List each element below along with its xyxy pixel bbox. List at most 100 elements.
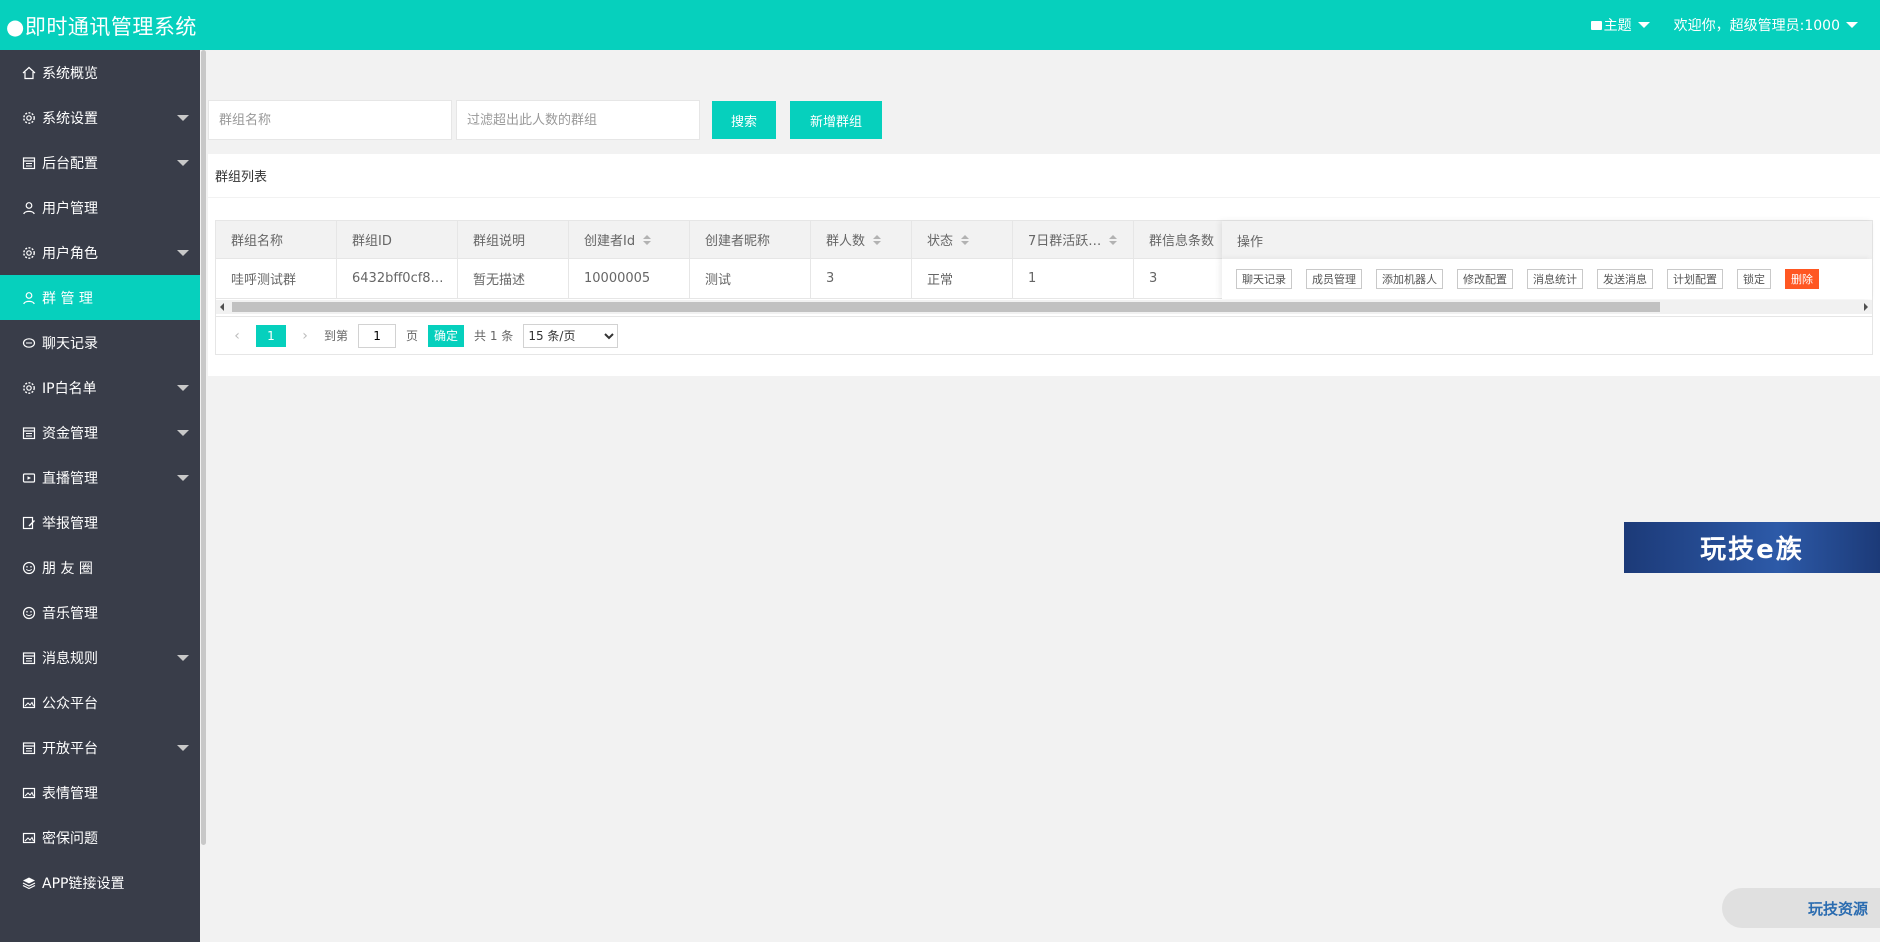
sidebar-item[interactable]: 表情管理 <box>0 770 200 815</box>
member-filter-input[interactable] <box>456 100 700 140</box>
sidebar-item[interactable]: 系统设置 <box>0 95 200 140</box>
scroll-right-icon[interactable] <box>1864 303 1868 311</box>
sidebar-item-label: IP白名单 <box>42 380 97 397</box>
chevron-down-icon <box>177 430 189 436</box>
ops-cell: 聊天记录 成员管理 添加机器人 修改配置 消息统计 发送消息 计划配置 锁定 删除 <box>1222 259 1872 299</box>
chevron-down-icon <box>1846 22 1858 28</box>
image-icon <box>20 784 38 802</box>
user-icon <box>20 199 38 217</box>
sort-icon[interactable] <box>643 234 652 245</box>
sidebar-item-label: 后台配置 <box>42 155 98 172</box>
current-page-button[interactable]: 1 <box>256 324 286 347</box>
main-content: 搜索 新增群组 群组列表 群组名称 群组ID 群组说明 创建者Id 创建者昵称 … <box>208 50 1880 942</box>
chevron-down-icon <box>177 655 189 661</box>
sidebar-item-label: 消息规则 <box>42 650 98 667</box>
prev-page-icon[interactable]: ‹ <box>226 325 248 347</box>
sidebar-item-label: 表情管理 <box>42 785 98 802</box>
group-list-card: 群组列表 群组名称 群组ID 群组说明 创建者Id 创建者昵称 群人数 状态 7… <box>208 154 1880 376</box>
row-action-button[interactable]: 消息统计 <box>1527 269 1583 289</box>
promo-banner[interactable]: 玩技e族 <box>1624 522 1880 573</box>
sidebar-item-label: 朋 友 圈 <box>42 560 93 577</box>
group-table: 群组名称 群组ID 群组说明 创建者Id 创建者昵称 群人数 状态 7日群活跃…… <box>215 220 1873 355</box>
sidebar-item-label: 密保问题 <box>42 830 98 847</box>
search-button[interactable]: 搜索 <box>712 101 776 139</box>
watermark-badge[interactable]: 玩技资源 <box>1722 888 1880 928</box>
chevron-down-icon <box>177 475 189 481</box>
sidebar-item-label: 资金管理 <box>42 425 98 442</box>
table-horizontal-scrollbar[interactable] <box>216 300 1872 314</box>
sidebar-item[interactable]: 群 管 理 <box>0 275 200 320</box>
column-header[interactable]: 创建者Id <box>569 221 690 258</box>
gear-icon <box>20 379 38 397</box>
home-icon <box>20 64 38 82</box>
sidebar-item-label: 聊天记录 <box>42 335 98 352</box>
row-action-button[interactable]: 锁定 <box>1737 269 1771 289</box>
add-group-button[interactable]: 新增群组 <box>790 101 882 139</box>
chevron-down-icon <box>177 115 189 121</box>
column-header[interactable]: 群人数 <box>811 221 912 258</box>
sidebar-item-label: 系统概览 <box>42 65 98 82</box>
user-menu[interactable]: 欢迎你，超级管理员:1000 <box>1674 15 1858 35</box>
next-page-icon[interactable]: › <box>294 325 316 347</box>
theme-icon <box>1590 20 1602 30</box>
layers-icon <box>20 874 38 892</box>
sidebar-item-label: 举报管理 <box>42 515 98 532</box>
sidebar-item[interactable]: 音乐管理 <box>0 590 200 635</box>
jump-confirm-button[interactable]: 确定 <box>428 324 465 347</box>
sidebar-item[interactable]: 朋 友 圈 <box>0 545 200 590</box>
sidebar-item[interactable]: 系统概览 <box>0 50 200 95</box>
sidebar-item[interactable]: 后台配置 <box>0 140 200 185</box>
row-action-button[interactable]: 成员管理 <box>1306 269 1362 289</box>
sidebar-item[interactable]: 资金管理 <box>0 410 200 455</box>
app-title: ●即时通讯管理系统 <box>6 15 197 39</box>
sidebar-item-label: 开放平台 <box>42 740 98 757</box>
total-count-label: 共 1 条 <box>474 329 514 343</box>
row-action-button[interactable]: 删除 <box>1785 269 1819 289</box>
sidebar-item-label: 直播管理 <box>42 470 98 487</box>
scrollbar-thumb[interactable] <box>201 50 206 845</box>
table-cell: 1 <box>1013 259 1134 298</box>
sidebar-item[interactable]: 用户管理 <box>0 185 200 230</box>
chevron-down-icon <box>177 385 189 391</box>
jump-page-input[interactable] <box>358 323 397 348</box>
row-action-button[interactable]: 添加机器人 <box>1376 269 1443 289</box>
smile-icon <box>20 604 38 622</box>
sidebar-item-label: 公众平台 <box>42 695 98 712</box>
sidebar-item[interactable]: 聊天记录 <box>0 320 200 365</box>
image-icon <box>20 694 38 712</box>
sidebar-item[interactable]: 用户角色 <box>0 230 200 275</box>
sidebar-item[interactable]: 直播管理 <box>0 455 200 500</box>
row-action-button[interactable]: 修改配置 <box>1457 269 1513 289</box>
scroll-left-icon[interactable] <box>220 303 224 311</box>
row-action-button[interactable]: 计划配置 <box>1667 269 1723 289</box>
pagination: ‹ 1 › 到第 页 确定 共 1 条 15 条/页 <box>216 316 1872 354</box>
sort-icon[interactable] <box>1109 234 1118 245</box>
sidebar-item-label: 用户管理 <box>42 200 98 217</box>
column-header[interactable]: 状态 <box>912 221 1013 258</box>
group-name-input[interactable] <box>208 100 452 140</box>
sidebar-item[interactable]: 开放平台 <box>0 725 200 770</box>
page-size-select[interactable]: 15 条/页 <box>523 323 619 348</box>
theme-menu[interactable]: 主题 <box>1590 15 1650 35</box>
table-cell: 3 <box>811 259 912 298</box>
user-label: 欢迎你，超级管理员:1000 <box>1673 18 1840 34</box>
sidebar-item[interactable]: 消息规则 <box>0 635 200 680</box>
sort-icon[interactable] <box>873 234 882 245</box>
video-icon <box>20 469 38 487</box>
sidebar-item[interactable]: 举报管理 <box>0 500 200 545</box>
sidebar-item[interactable]: 密保问题 <box>0 815 200 860</box>
table-cell: 暂无描述 <box>458 259 569 298</box>
sidebar-item-label: 用户角色 <box>42 245 98 262</box>
sidebar-item[interactable]: IP白名单 <box>0 365 200 410</box>
column-header[interactable]: 7日群活跃… <box>1013 221 1134 258</box>
sidebar-scrollbar[interactable] <box>200 50 208 942</box>
chevron-down-icon <box>177 160 189 166</box>
chevron-down-icon <box>177 745 189 751</box>
row-action-button[interactable]: 聊天记录 <box>1236 269 1292 289</box>
sidebar-nav: 系统概览系统设置后台配置用户管理用户角色群 管 理聊天记录 IP白名单资金管理直播… <box>0 50 200 942</box>
sort-icon[interactable] <box>961 234 970 245</box>
sidebar-item[interactable]: APP链接设置 <box>0 860 200 905</box>
scrollbar-thumb[interactable] <box>232 302 1660 312</box>
row-action-button[interactable]: 发送消息 <box>1597 269 1653 289</box>
sidebar-item[interactable]: 公众平台 <box>0 680 200 725</box>
